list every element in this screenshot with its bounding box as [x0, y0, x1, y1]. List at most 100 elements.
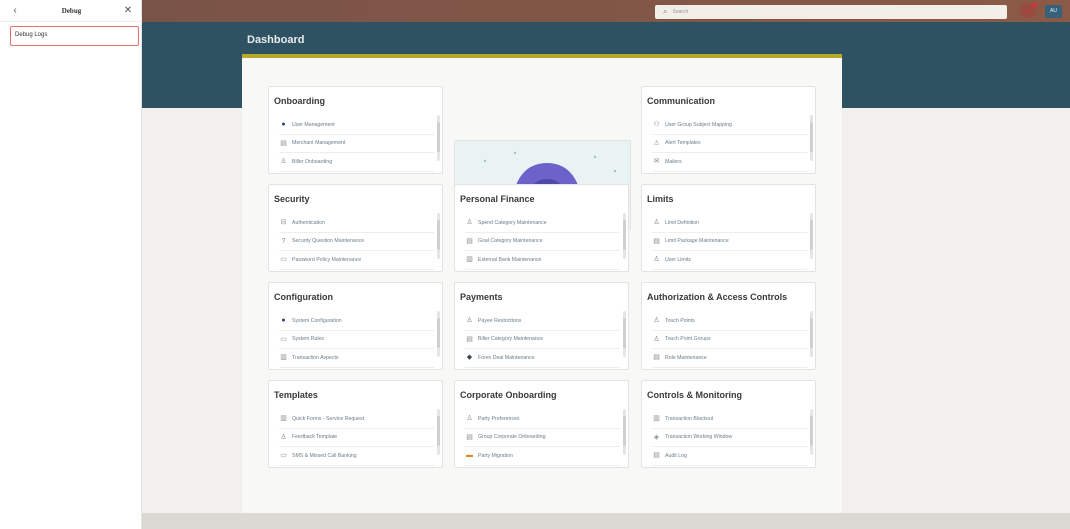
scrollbar-thumb[interactable]: [623, 318, 626, 348]
card-scrollbar[interactable]: [810, 311, 813, 357]
card-link-item[interactable]: ▤ Role Maintenance: [652, 349, 807, 368]
corporate-icon: ▤: [466, 433, 473, 441]
dashboard-card: Limits ♙ Limit Definition ▤ Limit Package Ma…: [641, 184, 816, 272]
card-link-label: External Bank Maintenance: [478, 256, 542, 263]
card-link-item[interactable]: ◈ Transaction Working Window: [652, 429, 807, 447]
card-link-item[interactable]: ◆ Forex Deal Maintenance: [465, 349, 620, 368]
card-scrollbar[interactable]: [437, 311, 440, 357]
user-icon: ♙: [653, 256, 660, 264]
search-icon: ⌕: [663, 7, 668, 16]
card-scrollbar[interactable]: [623, 409, 626, 455]
card-link-label: Authentication: [292, 219, 325, 226]
card-link-item[interactable]: ⚇ User Group Subject Mapping: [652, 116, 807, 135]
card-link-item[interactable]: ▥ Transaction Blackout: [652, 410, 807, 429]
card-scrollbar[interactable]: [437, 213, 440, 259]
card-link-label: System Rules: [292, 336, 324, 343]
card-link-item[interactable]: ♙ Feedback Template: [279, 429, 434, 447]
card-scrollbar[interactable]: [810, 213, 813, 259]
card-link-label: Spend Category Maintenance: [478, 219, 547, 226]
card-link-label: SMS & Missed Call Banking: [292, 452, 357, 459]
card-link-item[interactable]: ▤ Limit Package Maintenance: [652, 233, 807, 251]
card-scrollbar[interactable]: [437, 409, 440, 455]
card-link-item[interactable]: ● User Management: [279, 116, 434, 135]
circle-icon: ●: [281, 121, 286, 129]
card-link-label: Transaction Working Window: [665, 434, 733, 441]
card-link-item[interactable]: ▤ Goal Category Maintenance: [465, 233, 620, 251]
card-link-item[interactable]: ● System Configuration: [279, 312, 434, 331]
footer-strip: [142, 513, 1070, 529]
scrollbar-thumb[interactable]: [437, 220, 440, 250]
scrollbar-thumb[interactable]: [810, 416, 813, 446]
card-title: Communication: [647, 96, 716, 106]
avatar[interactable]: AU: [1045, 5, 1062, 18]
bank-icon: ▥: [466, 256, 473, 264]
card-link-item[interactable]: ♙ User Limits: [652, 251, 807, 270]
card-link-label: Alert Templates: [665, 140, 701, 147]
scrollbar-thumb[interactable]: [810, 220, 813, 250]
card-scrollbar[interactable]: [810, 115, 813, 161]
card-link-label: Limit Definition: [665, 219, 700, 226]
card-link-item[interactable]: ? Security Question Maintenance: [279, 233, 434, 251]
scrollbar-thumb[interactable]: [437, 416, 440, 446]
card-link-label: Transaction Aspects: [292, 354, 339, 361]
card-link-item[interactable]: ⊟ Authentication: [279, 214, 434, 233]
card-link-item[interactable]: ♙ Spend Category Maintenance: [465, 214, 620, 233]
mail-icon: ✉: [653, 158, 660, 166]
card-link-item[interactable]: ♙ Payee Restrictions: [465, 312, 620, 331]
card-link-item[interactable]: ▤ Group Corporate Onboarding: [465, 429, 620, 447]
card-link-item[interactable]: ♙ Limit Definition: [652, 214, 807, 233]
card-link-item[interactable]: ▭ System Rules: [279, 331, 434, 349]
card-link-label: System Configuration: [292, 317, 342, 324]
card-link-item[interactable]: ▥ Transaction Aspects: [279, 349, 434, 368]
card-link-item[interactable]: ▤ Merchant Management: [279, 135, 434, 153]
card-link-item[interactable]: ⚠ Alert Templates: [652, 135, 807, 153]
bell-icon[interactable]: [1020, 3, 1038, 18]
debug-title: Debug: [61, 6, 82, 15]
scrollbar-thumb[interactable]: [623, 220, 626, 250]
card-link-item[interactable]: ♙ Touch Point Groups: [652, 331, 807, 349]
card-title: Onboarding: [274, 96, 325, 106]
card-link-item[interactable]: ▤ Biller Category Maintenance: [465, 331, 620, 349]
card-link-item[interactable]: ▤ Audit Log: [652, 447, 807, 466]
scrollbar-thumb[interactable]: [810, 122, 813, 152]
payee-icon: ♙: [466, 317, 473, 325]
card-link-label: Merchant Management: [292, 140, 346, 147]
card-scrollbar[interactable]: [810, 409, 813, 455]
card-title: Corporate Onboarding: [460, 390, 557, 400]
dashboard-card: Controls & Monitoring ▥ Transaction Blacko…: [641, 380, 816, 468]
card-link-label: Feedback Template: [292, 434, 338, 441]
card-link-item[interactable]: ✉ Mailers: [652, 153, 807, 172]
card-link-item[interactable]: ▥ Quick Forms - Service Request: [279, 410, 434, 429]
card-link-item[interactable]: ♙ Biller Onboarding: [279, 153, 434, 172]
biller-icon: ♙: [280, 158, 287, 166]
card-link-item[interactable]: ▭ Password Policy Maintenance: [279, 251, 434, 270]
card-link-item[interactable]: ▭ SMS & Missed Call Banking: [279, 447, 434, 466]
close-icon[interactable]: ✕: [121, 5, 135, 17]
card-link-label: Party Preferences: [478, 415, 520, 422]
dashboard-card: Configuration ● System Configuration ▭ Syste…: [268, 282, 443, 370]
chevron-left-icon[interactable]: ‹: [8, 5, 22, 17]
card-link-label: User Limits: [665, 256, 691, 263]
scrollbar-thumb[interactable]: [810, 318, 813, 348]
card-link-item[interactable]: ♙ Touch Points: [652, 312, 807, 331]
main-app: ⌕ Search AU Dashboard Onboarding ● User …: [142, 0, 1070, 529]
scrollbar-thumb[interactable]: [437, 318, 440, 348]
card-scrollbar[interactable]: [437, 115, 440, 161]
card-link-item[interactable]: ♙ Party Preferences: [465, 410, 620, 429]
card-title: Configuration: [274, 292, 333, 302]
scrollbar-thumb[interactable]: [437, 122, 440, 152]
dashboard-card: Payments ♙ Payee Restrictions ▤ Biller Categ…: [454, 282, 629, 370]
card-scrollbar[interactable]: [623, 213, 626, 259]
card-link-item[interactable]: ▬ Party Migration: [465, 447, 620, 466]
card-title: Security: [274, 194, 310, 204]
card-link-label: Biller Onboarding: [292, 158, 333, 165]
top-bar: ⌕ Search AU: [142, 0, 1070, 22]
scrollbar-thumb[interactable]: [623, 416, 626, 446]
card-scrollbar[interactable]: [623, 311, 626, 357]
feedback-icon: ♙: [280, 433, 287, 441]
search-input[interactable]: ⌕ Search: [655, 5, 1007, 19]
debug-logs-item[interactable]: Debug Logs: [10, 26, 139, 46]
card-link-item[interactable]: ▥ External Bank Maintenance: [465, 251, 620, 270]
page-title: Dashboard: [247, 34, 305, 46]
card-link-label: Password Policy Maintenance: [292, 256, 362, 263]
